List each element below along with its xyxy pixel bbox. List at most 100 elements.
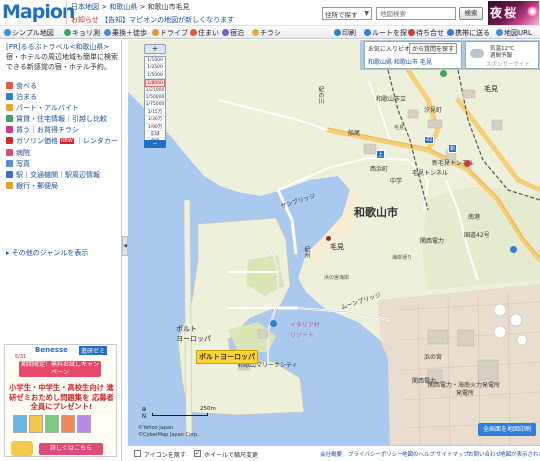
footer-link-sitemap[interactable]: サイトマップ <box>436 450 469 458</box>
menu-label: 買う｜お買得チラシ <box>16 126 79 135</box>
menu-label: 写真 <box>16 159 30 168</box>
tool-flyer[interactable]: チラシ <box>252 27 281 39</box>
zoom-level-1[interactable]: 1/2500 <box>145 64 165 72</box>
map-canvas[interactable]: 和歌山市 毛見 毛見 汐見町 船尾 西浜町 紀の川 毛見トンネル 新毛見トンネル… <box>128 40 540 445</box>
poi-school-icon[interactable] <box>510 246 517 253</box>
tool-housing[interactable]: 住まい <box>190 27 219 39</box>
tool-meetup[interactable]: 待ち合せ <box>408 27 444 39</box>
menu-item-hospital[interactable]: 病院 <box>6 148 120 159</box>
notice-link[interactable]: マピオンの地図が新しくなります <box>129 16 234 24</box>
footer-link-company[interactable]: 会社概要 <box>320 450 342 458</box>
phone-icon <box>447 29 454 36</box>
wheel-zoom-checkbox[interactable]: ✓ <box>194 450 201 457</box>
menu-item-rent[interactable]: 賃貸・住宅情報｜引越し比較 <box>6 114 120 125</box>
mapion-logo[interactable]: Mapion <box>2 1 75 23</box>
poi-porto-europa[interactable]: ポルトヨーロッパ <box>196 350 258 364</box>
menu-item-eat[interactable]: 食べる <box>6 81 120 92</box>
tool-transit[interactable]: 乗換＋徒歩 <box>104 27 147 39</box>
menu-label: 泊まる <box>16 93 37 102</box>
zoom-out-button[interactable]: − <box>144 140 166 148</box>
footer-link-privacy[interactable]: プライバシーポリシー <box>348 450 403 458</box>
banner-text: 夜 桜 <box>490 6 516 20</box>
menu-item-shop[interactable]: 買う｜お買得チラシ <box>6 125 120 136</box>
print-fullscreen-button[interactable]: 全画面を地図印刷 <box>478 423 536 436</box>
tool-print[interactable]: 印刷 <box>334 27 356 39</box>
menu-item-part-time[interactable]: パート・アルバイト <box>6 103 120 114</box>
zoom-level-10[interactable]: 広域 <box>145 131 165 139</box>
zoom-level-5[interactable]: 1/50000 <box>145 94 165 102</box>
weather-widget[interactable]: 気温12℃ 週間予報 スポンサーサイト <box>465 41 539 69</box>
tool-label: 宿泊 <box>230 29 244 37</box>
search-button[interactable]: 検索 <box>459 7 483 20</box>
ad-headline: 期間限定！無料お試しキャンペーン <box>19 361 101 377</box>
pr-ad-link[interactable]: [PR]るるぶトラベル<和歌山県> <box>6 42 118 52</box>
benesse-ad[interactable]: Benesse 進研ゼミ 5/31 期間限定！無料お試しキャンペーン 小学生・中… <box>4 344 117 457</box>
pr-ad-body: 宿・ホテルの周辺地域も簡単に検索できる新感覚の宿・ホテル予約。 <box>6 53 118 71</box>
zoom-level-0[interactable]: 1/1000 <box>145 57 165 65</box>
poi-hospital-icon[interactable] <box>464 160 471 167</box>
zoom-level-6[interactable]: 1/75000 <box>145 101 165 109</box>
footer-link-contact[interactable]: お問い合わせ <box>468 450 501 458</box>
menu-item-gasoline[interactable]: ガソリン価格 NEW ｜レンタカー <box>6 136 120 147</box>
zoom-level-7[interactable]: 1/15万 <box>145 109 165 117</box>
popup-search-button[interactable]: から質問を探す <box>409 43 458 54</box>
label-kemi: 毛見 <box>484 85 498 93</box>
label-port: ポルト <box>176 325 197 333</box>
label-kaigan: 海岸通り <box>392 255 413 261</box>
hide-icons-checkbox[interactable] <box>134 450 141 457</box>
ad-date-badge: 5/31 <box>15 354 27 360</box>
poi-station-icon[interactable] <box>270 320 277 327</box>
menu-label: 病院 <box>16 148 30 157</box>
tool-map-url[interactable]: 地図URL <box>496 27 532 39</box>
search-input[interactable] <box>376 7 456 20</box>
label-kokudo: 国道42号 <box>464 232 490 239</box>
tool-route[interactable]: ルートを探す <box>364 27 414 39</box>
more-genre-link[interactable]: ▸ その他のジャンルを表示 <box>6 248 88 258</box>
zoom-level-4[interactable]: 1/21000 <box>145 87 165 94</box>
breadcrumb-prefecture[interactable]: 和歌山県 <box>109 3 137 11</box>
tool-hotel[interactable]: 宿泊 <box>222 27 244 39</box>
zoom-in-button[interactable]: + <box>144 44 166 54</box>
poi-park-icon[interactable] <box>440 70 447 77</box>
camera-icon <box>6 159 13 167</box>
notice-tag[interactable]: 【告知】 <box>101 16 129 24</box>
book-image <box>13 415 27 433</box>
label-europe: ヨーロッパ <box>176 335 211 343</box>
zoom-level-2[interactable]: 1/5000 <box>145 72 165 80</box>
tool-drive[interactable]: ドライブ <box>152 27 188 39</box>
flyer-icon <box>252 29 259 36</box>
search-mode-select[interactable]: 住所で探す ▼ <box>322 7 372 20</box>
tool-simple-map[interactable]: シンプル地図 <box>4 27 54 39</box>
sidebar: [PR]るるぶトラベル<和歌山県> 宿・ホテルの周辺地域も簡単に検索できる新感覚… <box>0 40 122 461</box>
new-badge: NEW <box>60 138 74 145</box>
benesse-logo: Benesse <box>35 346 68 354</box>
menu-item-stay[interactable]: 泊まる <box>6 92 120 103</box>
copyright-cybermap: ©CyberMap Japan Corp. <box>138 432 199 438</box>
zoom-level-3[interactable]: 1/8000 <box>145 79 165 87</box>
poi-shrine-icon[interactable] <box>326 236 331 241</box>
tool-send-mobile[interactable]: 携帯に送る <box>447 27 490 39</box>
menu-item-station[interactable]: 駅｜交通機関｜駅周辺情報 <box>6 170 120 181</box>
footer-link-help[interactable]: 地図のヘルプ <box>402 450 435 458</box>
ad-banner-yozakura[interactable]: 夜 桜 <box>488 1 539 25</box>
label-funeoh: 船尾 <box>348 130 361 137</box>
breadcrumb-japan[interactable]: 日本地図 <box>71 3 99 11</box>
ruler-icon <box>64 29 71 36</box>
header: Mapion 日本地図 > 和歌山県 > 和歌山市毛見 お知らせ 【告知】マピオ… <box>0 0 540 26</box>
genre-menu: 食べる 泊まる パート・アルバイト 賃貸・住宅情報｜引越し比較 買う｜お買得チラ… <box>6 81 120 192</box>
weather-forecast-link[interactable]: 週間予報 <box>490 51 512 59</box>
zoom-level-9[interactable]: 1/90万 <box>145 124 165 131</box>
scale-label: 250m <box>200 406 216 412</box>
ad-details-button[interactable]: 詳しくはこちら <box>39 443 103 455</box>
breadcrumb-sep: > <box>139 3 146 11</box>
menu-item-bank[interactable]: 銀行・郵便局 <box>6 181 120 192</box>
menu-item-photo[interactable]: 写真 <box>6 159 120 170</box>
route-sign: 上 <box>376 150 386 159</box>
popup-address-link[interactable]: 和歌山県 和歌山市 毛見 <box>368 57 432 66</box>
tool-distance[interactable]: キョリ測 <box>64 27 100 39</box>
footer-link-trouble[interactable]: 地図が表示されない方 <box>500 450 540 458</box>
zoom-level-8[interactable]: 1/30万 <box>145 116 165 124</box>
label-tower: イタリア村 <box>290 322 320 329</box>
toolbar: シンプル地図 キョリ測 乗換＋徒歩 ドライブ 住まい 宿泊 チラシ 印刷 ルート… <box>0 27 540 39</box>
menu-label: 駅｜交通機関｜駅周辺情報 <box>16 170 100 179</box>
